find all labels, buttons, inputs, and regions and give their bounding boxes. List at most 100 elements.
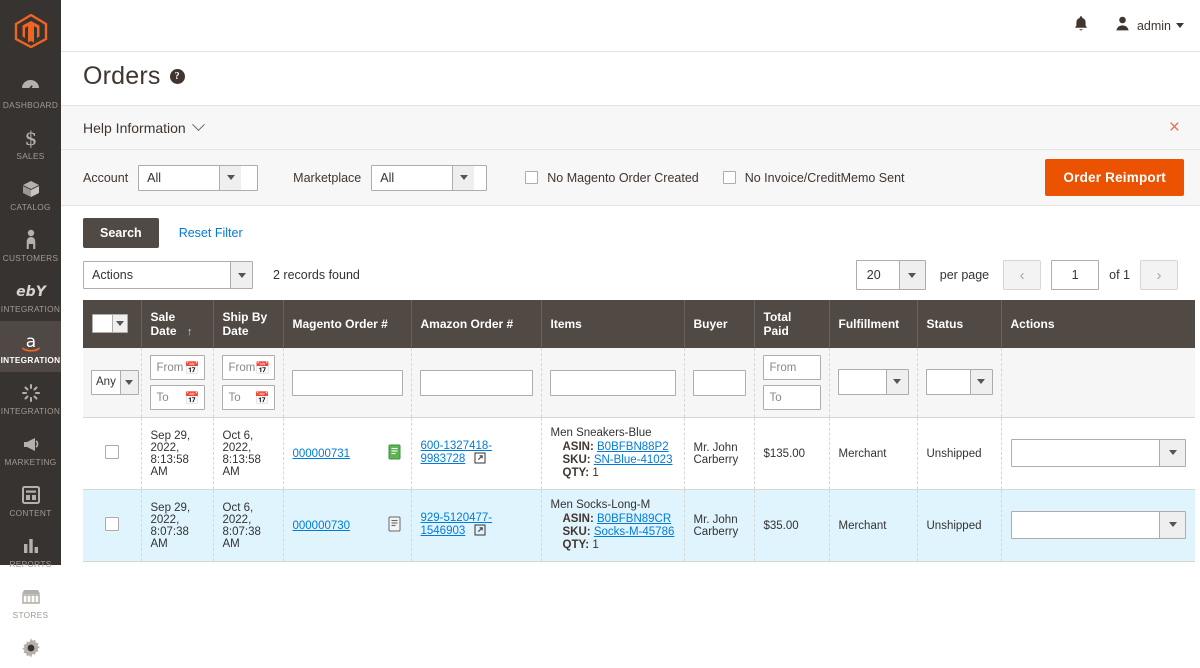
external-link-icon[interactable] [474, 452, 487, 467]
calendar-icon[interactable]: 📅 [255, 392, 270, 404]
filter-magento-order-input[interactable] [291, 369, 403, 396]
page-number-input[interactable]: 1 [1051, 260, 1100, 290]
admin-user-menu[interactable]: admin [1115, 16, 1184, 35]
sidebar-item-label: CATALOG [10, 202, 51, 212]
cell-buyer: Mr. John Carberry [684, 489, 755, 562]
calendar-icon[interactable]: 📅 [185, 362, 200, 374]
row-actions-select[interactable] [1010, 438, 1186, 467]
filter-total-to[interactable]: To [762, 385, 821, 410]
filter-status-select[interactable] [925, 368, 993, 395]
cell-sale-date: Sep 29, 2022, 8:13:58 AM [141, 417, 214, 490]
sidebar-item-system[interactable] [0, 627, 61, 668]
search-button[interactable]: Search [83, 218, 159, 248]
sidebar-item-dashboard[interactable]: DASHBOARD [0, 66, 61, 117]
magento-order-link[interactable]: 000000730 [293, 520, 351, 532]
row-checkbox[interactable] [104, 517, 119, 531]
no-invoice-creditmemo-checkbox[interactable]: No Invoice/CreditMemo Sent [722, 171, 905, 185]
header-sale-date[interactable]: Sale Date ↑ [141, 300, 214, 348]
no-magento-order-checkbox[interactable]: No Magento Order Created [525, 171, 699, 185]
page-header: Orders ? [61, 52, 1200, 105]
sidebar-item-amazon-integration[interactable]: a INTEGRATION [0, 321, 61, 372]
help-information-toggle[interactable]: Help Information [83, 118, 205, 136]
item-sku-label: SKU: [562, 526, 591, 538]
filter-sale-date-to[interactable]: To 📅 [149, 385, 205, 410]
header-total-paid[interactable]: Total Paid [754, 300, 830, 348]
header-status[interactable]: Status [917, 300, 1002, 348]
chevron-down-icon [119, 371, 138, 394]
mass-actions-value: Actions [92, 268, 133, 282]
header-buyer[interactable]: Buyer [684, 300, 755, 348]
reset-filter-link[interactable]: Reset Filter [179, 226, 243, 240]
help-question-icon[interactable]: ? [169, 69, 185, 84]
svg-text:$: $ [24, 127, 37, 149]
sidebar-item-label: MARKETING [4, 457, 57, 467]
per-page-select[interactable]: 20 [855, 260, 926, 290]
filter-ship-by-date-cell: From 📅 To 📅 [213, 348, 284, 418]
magento-logo[interactable] [14, 14, 48, 48]
header-magento-order[interactable]: Magento Order # [283, 300, 412, 348]
calendar-icon[interactable]: 📅 [255, 362, 270, 374]
main-area: admin Orders ? Help Information × Accoun… [61, 0, 1200, 565]
sidebar-item-stores[interactable]: STORES [0, 576, 61, 627]
filter-sale-date-from[interactable]: From 📅 [149, 355, 205, 380]
filter-amazon-order-input[interactable] [419, 369, 533, 396]
sidebar-item-customers[interactable]: CUSTOMERS [0, 219, 61, 270]
item-sku-link[interactable]: SN-Blue-41023 [594, 454, 673, 466]
cell-items: Men Sneakers-Blue ASIN: B0BFBN88P2 SKU: … [541, 417, 685, 490]
sidebar-item-ebay-integration[interactable]: ebY INTEGRATION [0, 270, 61, 321]
item-asin-link[interactable]: B0BFBN89CR [597, 513, 671, 525]
header-fulfillment[interactable]: Fulfillment [829, 300, 918, 348]
sidebar-item-marketing[interactable]: MARKETING [0, 423, 61, 474]
sidebar-item-label: SALES [16, 151, 45, 161]
filter-ship-date-from[interactable]: From 📅 [221, 355, 275, 380]
item-asin-link[interactable]: B0BFBN88P2 [597, 441, 669, 453]
filter-select-any[interactable]: Any [91, 370, 139, 395]
sidebar-item-reports[interactable]: REPORTS [0, 525, 61, 576]
filter-items-input[interactable] [549, 369, 676, 396]
order-reimport-button[interactable]: Order Reimport [1045, 159, 1184, 196]
account-select[interactable]: All [138, 164, 259, 191]
filter-fulfillment-select[interactable] [837, 368, 909, 395]
notification-bell-icon[interactable] [1073, 15, 1089, 36]
table-row[interactable]: Sep 29, 2022, 8:13:58 AM Oct 6, 2022, 8:… [83, 417, 1195, 490]
chevron-down-icon [452, 165, 475, 190]
filter-total-from[interactable]: From [762, 355, 821, 380]
box-icon [0, 177, 61, 199]
row-checkbox-cell [83, 417, 142, 490]
table-row[interactable]: Sep 29, 2022, 8:07:38 AM Oct 6, 2022, 8:… [83, 489, 1195, 562]
header-amazon-order[interactable]: Amazon Order # [411, 300, 542, 348]
filter-amazon-order-cell [411, 348, 542, 418]
invoice-document-icon[interactable] [387, 516, 402, 535]
cell-ship-by-date: Oct 6, 2022, 8:13:58 AM [213, 417, 284, 490]
cell-items: Men Socks-Long-M ASIN: B0BFBN89CR SKU: S… [541, 489, 685, 562]
calendar-icon[interactable]: 📅 [185, 392, 200, 404]
header-ship-by-date[interactable]: Ship By Date [213, 300, 284, 348]
marketplace-select[interactable]: All [371, 164, 488, 191]
row-actions-select[interactable] [1010, 510, 1186, 539]
sidebar-item-catalog[interactable]: CATALOG [0, 168, 61, 219]
filter-ship-date-to[interactable]: To 📅 [221, 385, 275, 410]
external-link-icon[interactable] [474, 524, 487, 539]
previous-page-button[interactable]: ‹ [1003, 260, 1042, 290]
filter-buyer-input[interactable] [692, 369, 746, 396]
header-items[interactable]: Items [541, 300, 685, 348]
filter-actions-cell [1001, 348, 1195, 418]
chevron-right-icon: › [1156, 266, 1162, 284]
checkbox-box [93, 314, 112, 332]
header-label: Fulfillment [838, 317, 900, 331]
item-sku-link[interactable]: Socks-M-45786 [594, 526, 675, 538]
close-icon[interactable]: × [1165, 118, 1184, 137]
sidebar-item-sales[interactable]: $ SALES [0, 117, 61, 168]
next-page-button[interactable]: › [1140, 260, 1178, 290]
magento-order-link[interactable]: 000000731 [293, 448, 351, 460]
amazon-icon: a [0, 330, 61, 352]
sidebar-item-integration[interactable]: INTEGRATION [0, 372, 61, 423]
select-all-dropdown[interactable] [92, 313, 128, 333]
person-icon [0, 228, 61, 250]
row-checkbox[interactable] [104, 445, 119, 459]
cell-ship-by-date: Oct 6, 2022, 8:07:38 AM [213, 489, 284, 562]
header-label: Status [926, 317, 964, 331]
mass-actions-select[interactable]: Actions [83, 261, 253, 289]
invoice-document-icon[interactable] [387, 444, 402, 463]
sidebar-item-content[interactable]: CONTENT [0, 474, 61, 525]
